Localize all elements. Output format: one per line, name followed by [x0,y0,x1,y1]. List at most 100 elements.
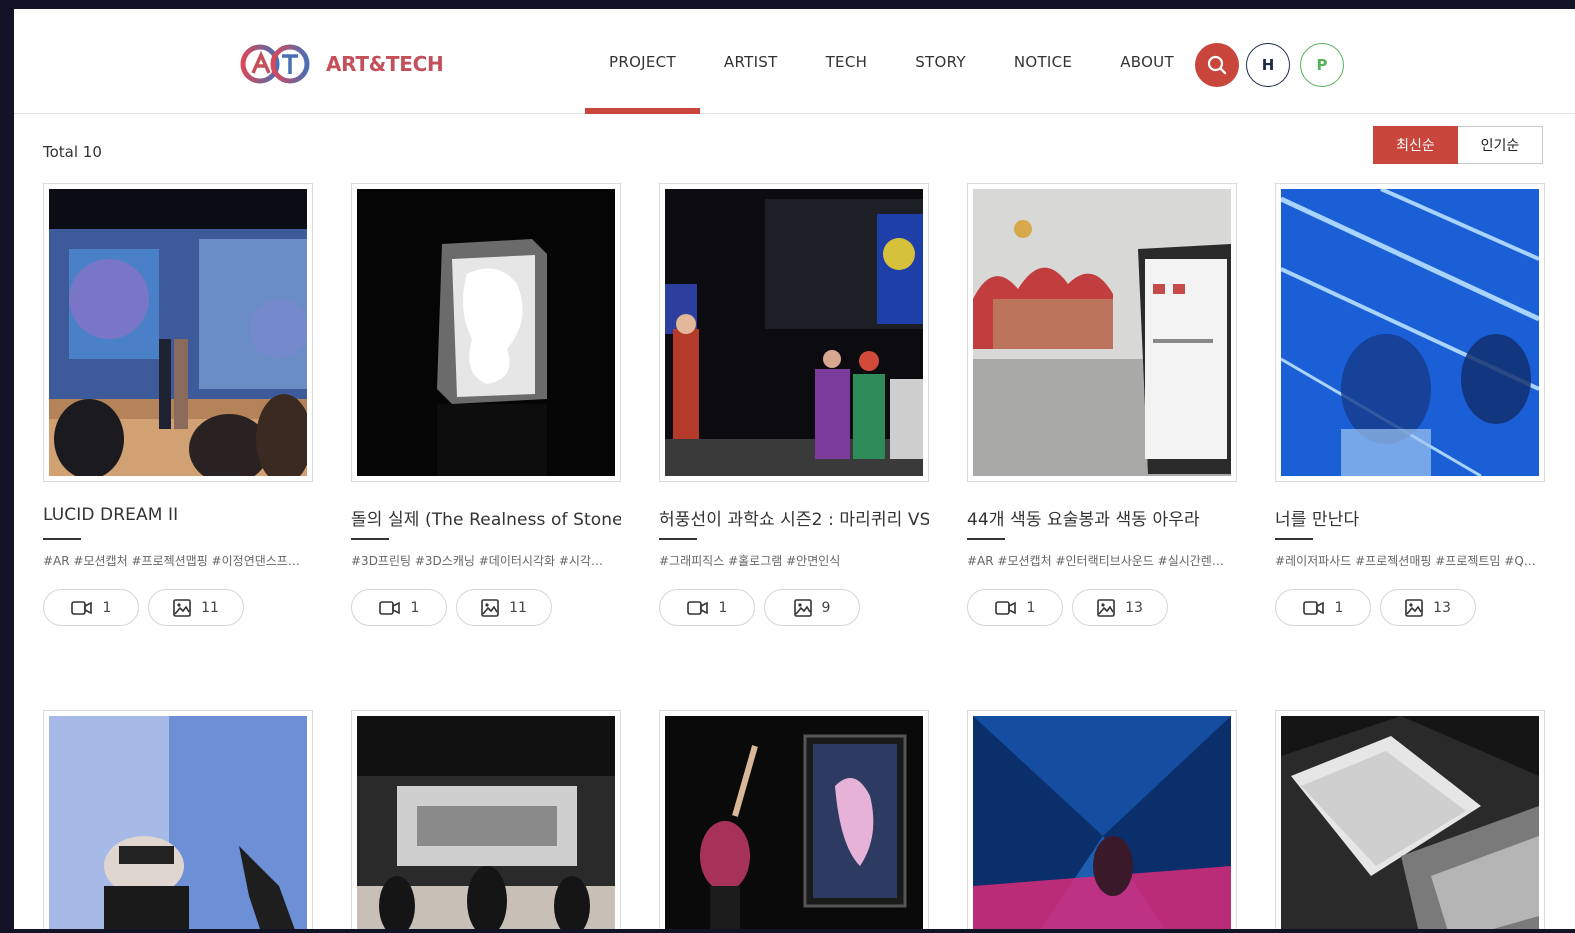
project-card[interactable] [659,710,929,929]
image-icon [793,598,812,617]
nav-notice[interactable]: NOTICE [990,9,1096,114]
project-tags: #3D프린팅 #3D스캐닝 #데이터시각화 #시각신호... [351,554,613,568]
project-card[interactable] [43,710,313,929]
sort-popular-button[interactable]: 인기순 [1458,126,1543,164]
title-underline [967,538,1005,540]
project-title[interactable]: 허풍선이 과학쇼 시즌2 : 마리퀴리 VS [659,505,929,529]
video-count-pill[interactable]: 1 [351,589,447,626]
image-count: 11 [509,599,527,616]
video-icon [1302,600,1324,615]
video-count: 1 [102,599,112,616]
h-button[interactable]: H [1246,43,1290,87]
project-thumbnail[interactable] [1275,183,1545,482]
project-thumbnail[interactable] [659,183,929,482]
sort-latest-button[interactable]: 최신순 [1373,126,1458,164]
nav-artist[interactable]: ARTIST [700,9,802,114]
image-count-pill[interactable]: 13 [1380,589,1476,626]
image-count-pill[interactable]: 11 [148,589,244,626]
project-card[interactable]: 돌의 실제 (The Realness of Stone) #3D프린팅 #3D… [351,183,621,626]
project-title[interactable]: 돌의 실제 (The Realness of Stone) [351,505,621,529]
total-count: Total 10 [43,143,102,161]
project-card[interactable] [967,710,1237,929]
lucid-dream-image [49,189,307,476]
image-count-pill[interactable]: 9 [764,589,860,626]
project-title[interactable]: LUCID DREAM II [43,505,313,529]
stone-image [357,189,615,476]
project-card[interactable] [351,710,621,929]
project-tags: #레이저파사드 #프로젝션매핑 #프로젝트밈 #QR... [1275,554,1537,568]
project-thumbnail[interactable] [967,710,1237,929]
project-thumbnail[interactable] [967,183,1237,482]
title-underline [43,538,81,540]
orchestra-image [357,716,615,929]
video-count: 1 [410,599,420,616]
nav-story[interactable]: STORY [891,9,990,114]
video-count-pill[interactable]: 1 [967,589,1063,626]
dance-image [665,716,923,929]
project-thumbnail[interactable] [351,183,621,482]
vr-performance-image [49,716,307,929]
image-count: 13 [1125,599,1143,616]
video-icon [686,600,708,615]
project-title[interactable]: 44개 색동 요술봉과 색동 아우라 [967,505,1237,529]
media-counts: 1 9 [659,589,929,626]
project-thumbnail[interactable] [1275,710,1545,929]
saekdong-image [973,189,1231,476]
project-card[interactable]: 44개 색동 요술봉과 색동 아우라 #AR #모션캡처 #인터랙티브사운드 #… [967,183,1237,626]
media-counts: 1 11 [43,589,313,626]
project-tags: #AR #모션캡처 #프로젝션맵핑 #이정연댄스프로... [43,554,305,568]
video-icon [994,600,1016,615]
video-count: 1 [1026,599,1036,616]
title-underline [351,538,389,540]
main-nav: PROJECT ARTIST TECH STORY NOTICE ABOUT [585,9,1198,114]
image-icon [173,598,191,617]
media-counts: 1 13 [967,589,1237,626]
project-tags: #그래피직스 #홀로그램 #안면인식 [659,554,841,568]
project-card[interactable]: LUCID DREAM II #AR #모션캡처 #프로젝션맵핑 #이정연댄스프… [43,183,313,626]
media-counts: 1 13 [1275,589,1545,626]
logo-text: ART&TECH [326,52,444,76]
video-count: 1 [718,599,728,616]
title-underline [1275,538,1313,540]
logo-mark-icon [240,44,310,84]
search-icon [1207,55,1227,75]
nav-tech[interactable]: TECH [802,9,892,114]
piano-image [1281,716,1539,929]
project-thumbnail[interactable] [43,183,313,482]
site-header: ART&TECH PROJECT ARTIST TECH STORY NOTIC… [14,9,1575,114]
video-count-pill[interactable]: 1 [659,589,755,626]
search-button[interactable] [1195,43,1239,87]
p-button[interactable]: P [1300,43,1344,87]
image-icon [1405,598,1423,617]
image-icon [481,598,499,617]
page-frame: ART&TECH PROJECT ARTIST TECH STORY NOTIC… [14,9,1575,929]
nav-about[interactable]: ABOUT [1096,9,1198,114]
meet-you-image [1281,189,1539,476]
nav-project[interactable]: PROJECT [585,9,700,114]
video-count-pill[interactable]: 1 [1275,589,1371,626]
video-count: 1 [1334,599,1344,616]
project-tags: #AR #모션캡처 #인터랙티브사운드 #실시간렌더 ... [967,554,1229,568]
image-count-pill[interactable]: 13 [1072,589,1168,626]
laser-stage-image [973,716,1231,929]
video-icon [378,600,400,615]
title-underline [659,538,697,540]
video-count-pill[interactable]: 1 [43,589,139,626]
image-count: 9 [821,599,831,616]
image-count-pill[interactable]: 11 [456,589,552,626]
project-thumbnail[interactable] [43,710,313,929]
project-thumbnail[interactable] [659,710,929,929]
project-title[interactable]: 너를 만난다 [1275,505,1545,529]
sort-toggle: 최신순 인기순 [1373,126,1543,164]
project-thumbnail[interactable] [351,710,621,929]
image-count: 13 [1433,599,1451,616]
image-count: 11 [201,599,219,616]
video-icon [70,600,92,615]
project-card[interactable]: 너를 만난다 #레이저파사드 #프로젝션매핑 #프로젝트밈 #QR... 1 1… [1275,183,1545,626]
image-icon [1097,598,1115,617]
science-show-image [665,189,923,476]
media-counts: 1 11 [351,589,621,626]
project-card[interactable] [1275,710,1545,929]
logo[interactable]: ART&TECH [238,41,444,87]
project-card[interactable]: 허풍선이 과학쇼 시즌2 : 마리퀴리 VS #그래피직스 #홀로그램 #안면인… [659,183,929,626]
